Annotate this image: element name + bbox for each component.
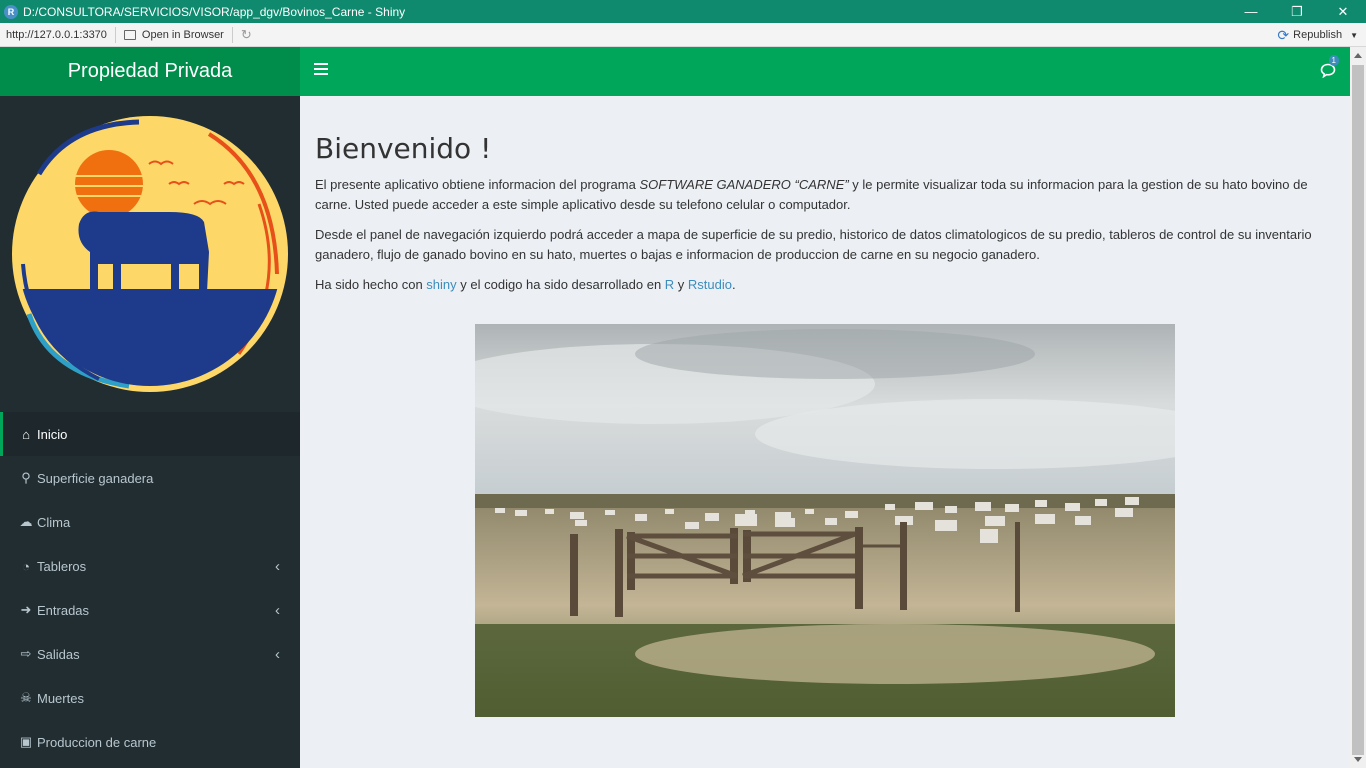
sidebar-item-entradas[interactable]: ➜ Entradas ‹: [0, 588, 300, 632]
rstudio-link[interactable]: Rstudio: [688, 277, 732, 292]
credits-text: y: [674, 277, 688, 292]
sidebar-toggle-icon[interactable]: [314, 63, 328, 77]
refresh-icon[interactable]: ↻: [233, 27, 260, 43]
sidebar-item-label: Muertes: [37, 690, 84, 706]
top-navbar: 1: [300, 47, 1350, 96]
sidebar-item-label: Salidas: [37, 646, 80, 662]
viewer-toolbar: http://127.0.0.1:3370 Open in Browser ↻ …: [0, 23, 1366, 47]
skull-crossbones-icon: ☠: [20, 690, 32, 705]
intro-text: El presente aplicativo obtiene informaci…: [315, 177, 640, 192]
chevron-left-icon: ‹: [275, 557, 280, 575]
close-icon[interactable]: ✕: [1320, 0, 1366, 23]
navigation-paragraph: Desde el panel de navegación izquierdo p…: [315, 227, 1312, 262]
credits-text: .: [732, 277, 736, 292]
intro-paragraph: El presente aplicativo obtiene informaci…: [315, 175, 1335, 215]
sign-out-icon: ⇨: [20, 646, 32, 661]
publish-icon: ⟳: [1277, 26, 1290, 43]
main-content: Bienvenido ! El presente aplicativo obti…: [300, 96, 1350, 768]
dashboard-icon: ◔: [22, 558, 30, 574]
brand-title[interactable]: Propiedad Privada: [0, 47, 300, 96]
sidebar-item-label: Produccion de carne: [37, 734, 157, 750]
r-link[interactable]: R: [665, 277, 674, 292]
sidebar-item-label: Clima: [37, 514, 71, 530]
notification-badge: 1: [1328, 55, 1339, 66]
chevron-left-icon: ‹: [275, 601, 280, 619]
window-title-bar: R D:/CONSULTORA/SERVICIOS/VISOR/app_dgv/…: [0, 0, 1366, 23]
page-scrollbar[interactable]: [1350, 47, 1366, 768]
scrollbar-thumb[interactable]: [1352, 65, 1364, 755]
sign-in-icon: ➜: [20, 602, 32, 617]
open-in-browser-label: Open in Browser: [141, 28, 224, 41]
sidebar-item-superficie-ganadera[interactable]: ⚲ Superficie ganadera: [0, 456, 300, 500]
window-controls: — ❐ ✕: [1228, 0, 1366, 23]
credits-paragraph: Ha sido hecho con shiny y el codigo ha s…: [315, 275, 1335, 295]
logo-container: [0, 96, 300, 412]
shiny-link[interactable]: shiny: [426, 277, 456, 292]
scroll-up-arrow-icon[interactable]: [1354, 53, 1362, 58]
minimize-icon[interactable]: —: [1228, 0, 1274, 23]
scroll-down-arrow-icon[interactable]: [1354, 757, 1362, 762]
page-title: Bienvenido !: [315, 132, 492, 165]
window-title: D:/CONSULTORA/SERVICIOS/VISOR/app_dgv/Bo…: [23, 4, 406, 19]
open-in-browser-button[interactable]: Open in Browser: [116, 26, 233, 43]
map-marker-icon: ⚲: [21, 470, 31, 485]
chevron-left-icon: ‹: [275, 645, 280, 663]
url-field[interactable]: http://127.0.0.1:3370: [0, 26, 116, 43]
sidebar-item-label: Entradas: [37, 602, 90, 618]
sidebar-item-produccion-de-carne[interactable]: ▣ Produccion de carne: [0, 720, 300, 764]
sidebar-item-tableros[interactable]: ◔ Tableros ‹: [0, 544, 300, 588]
industry-icon: ▣: [19, 734, 33, 749]
sidebar: Propiedad Privada ⌂ Inicio ⚲ Superficie …: [0, 47, 300, 768]
messages-button[interactable]: 1: [1320, 55, 1339, 83]
home-icon: ⌂: [22, 426, 30, 442]
cloud-sun-icon: ☁: [19, 514, 33, 529]
farm-logo: [12, 116, 288, 392]
chevron-down-icon: ▼: [1350, 30, 1358, 40]
cattle-field-photo: [475, 324, 1175, 717]
republish-button[interactable]: ⟳ Republish ▼: [1277, 23, 1358, 47]
browser-window-icon: [123, 29, 136, 40]
sidebar-menu: ⌂ Inicio ⚲ Superficie ganadera ☁ Clima ◔…: [0, 412, 300, 764]
credits-text: y el codigo ha sido desarrollado en: [456, 277, 665, 292]
sidebar-item-clima[interactable]: ☁ Clima: [0, 500, 300, 544]
credits-text: Ha sido hecho con: [315, 277, 427, 292]
restore-icon[interactable]: ❐: [1274, 0, 1320, 23]
sidebar-item-muertes[interactable]: ☠ Muertes: [0, 676, 300, 720]
republish-label: Republish: [1293, 29, 1343, 41]
sidebar-item-salidas[interactable]: ⇨ Salidas ‹: [0, 632, 300, 676]
sidebar-item-inicio[interactable]: ⌂ Inicio: [0, 412, 300, 456]
software-name: SOFTWARE GANADERO “CARNE”: [639, 177, 849, 192]
r-app-icon: R: [4, 4, 18, 19]
sidebar-item-label: Tableros: [37, 558, 87, 574]
sidebar-item-label: Superficie ganadera: [37, 470, 154, 486]
sidebar-item-label: Inicio: [37, 426, 68, 442]
